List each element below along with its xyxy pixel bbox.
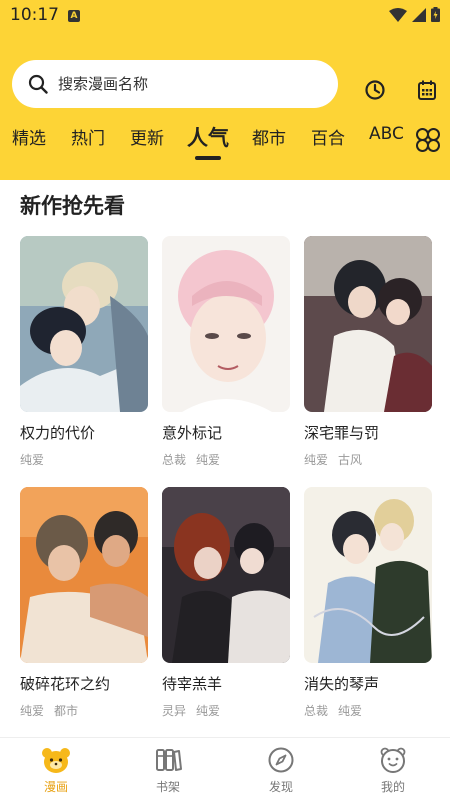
clover-grid-icon	[416, 128, 440, 152]
signal-icon	[412, 7, 426, 22]
search-input[interactable]	[58, 68, 318, 100]
comic-tag: 古风	[338, 453, 363, 467]
tab-urban[interactable]: 都市	[252, 124, 286, 160]
comic-title: 破碎花环之约	[20, 675, 111, 693]
comic-tags: 总裁 纯爱	[304, 702, 432, 719]
comic-cover	[162, 487, 290, 663]
comic-tag: 纯爱	[196, 453, 221, 467]
comic-tag: 总裁	[162, 453, 187, 467]
comic-tags: 灵异 纯爱	[162, 702, 290, 719]
nav-comics[interactable]: 漫画	[26, 746, 86, 795]
comic-title: 待宰羔羊	[162, 675, 223, 693]
nav-label: 我的	[380, 780, 405, 794]
battery-icon	[431, 7, 440, 22]
comic-title: 意外标记	[162, 424, 223, 442]
tab-popular[interactable]: 人气	[187, 122, 229, 158]
profile-icon	[380, 747, 406, 773]
history-button[interactable]	[361, 76, 389, 104]
tab-updates[interactable]: 更新	[130, 124, 164, 160]
calendar-icon	[418, 80, 436, 100]
comic-card[interactable]: 深宅罪与罚 纯爱 古风	[304, 236, 432, 468]
comic-tag: 纯爱	[304, 453, 329, 467]
comic-tags: 纯爱 都市	[20, 702, 148, 719]
search-icon	[28, 74, 48, 94]
tab-hot[interactable]: 热门	[71, 124, 105, 160]
section-title: 新作抢先看	[20, 194, 125, 218]
history-icon	[365, 80, 385, 100]
all-categories-button[interactable]	[414, 126, 442, 154]
bookshelf-icon	[156, 749, 182, 771]
search-box[interactable]	[12, 60, 338, 108]
comic-tags: 纯爱 古风	[304, 451, 432, 468]
comic-card[interactable]: 消失的琴声 总裁 纯爱	[304, 487, 432, 719]
comic-cover	[20, 487, 148, 663]
comic-tags: 总裁 纯爱	[162, 451, 290, 468]
calendar-button[interactable]	[413, 76, 441, 104]
comic-tags: 纯爱	[20, 451, 148, 468]
comic-title: 深宅罪与罚	[304, 424, 380, 442]
comic-tag: 都市	[54, 704, 79, 718]
comic-cover	[304, 487, 432, 663]
active-tab-indicator	[195, 156, 221, 160]
nav-label: 漫画	[43, 780, 68, 794]
nav-profile[interactable]: 我的	[363, 746, 423, 795]
tab-yuri[interactable]: 百合	[311, 124, 345, 160]
comic-tag: 纯爱	[20, 704, 45, 718]
comic-cover	[162, 236, 290, 412]
comic-cover	[304, 236, 432, 412]
nav-label: 发现	[268, 780, 293, 794]
comic-tag: 灵异	[162, 704, 187, 718]
nav-discover[interactable]: 发现	[251, 746, 311, 795]
comic-tag: 总裁	[304, 704, 329, 718]
compass-icon	[268, 747, 294, 773]
comic-title: 权力的代价	[20, 424, 96, 442]
comic-card[interactable]: 权力的代价 纯爱	[20, 236, 148, 468]
bottom-nav: 漫画 书架 发现 我的	[0, 737, 450, 800]
nav-label: 书架	[155, 780, 180, 794]
comic-tag: 纯爱	[20, 453, 45, 467]
status-time: 10:17	[10, 5, 59, 25]
comic-cover	[20, 236, 148, 412]
comic-card[interactable]: 意外标记 总裁 纯爱	[162, 236, 290, 468]
tab-featured[interactable]: 精选	[12, 124, 46, 160]
bear-icon	[42, 748, 70, 773]
nav-bookshelf[interactable]: 书架	[138, 746, 198, 795]
comic-tag: 纯爱	[338, 704, 363, 718]
wifi-icon	[389, 7, 407, 22]
comic-card[interactable]: 待宰羔羊 灵异 纯爱	[162, 487, 290, 719]
notification-badge-icon: A	[68, 10, 80, 22]
comic-title: 消失的琴声	[304, 675, 380, 693]
status-bar: 10:17 A	[0, 0, 450, 32]
comic-card[interactable]: 破碎花环之约 纯爱 都市	[20, 487, 148, 719]
tab-abc[interactable]: ABC	[369, 124, 404, 160]
comic-tag: 纯爱	[196, 704, 221, 718]
category-tabs: 精选 热门 更新 人气 都市 百合 ABC	[0, 124, 450, 164]
